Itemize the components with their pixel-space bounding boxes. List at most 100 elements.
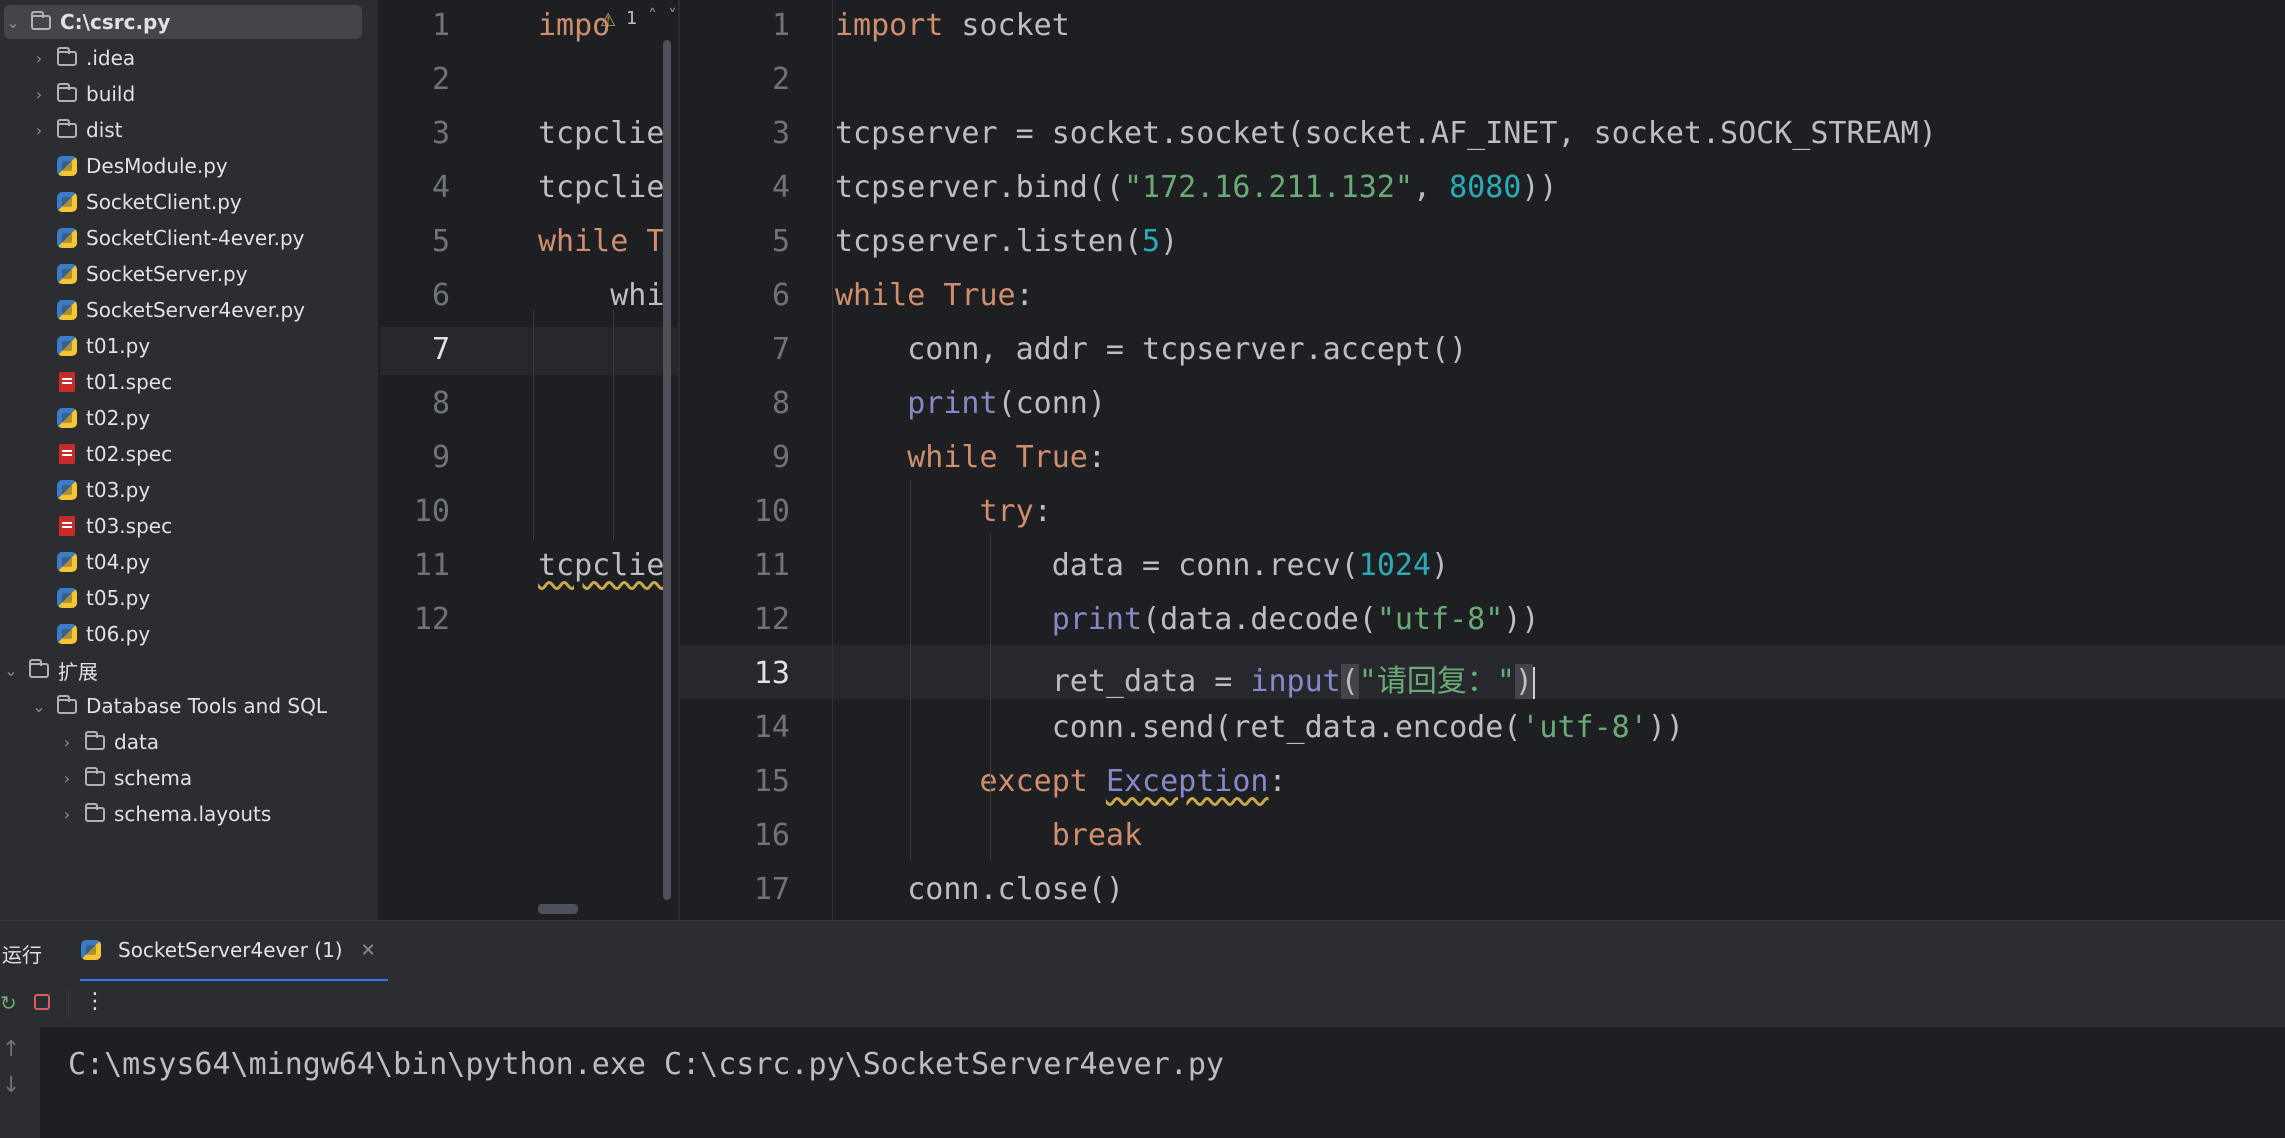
tree-item-label: SocketClient-4ever.py <box>86 226 305 250</box>
code-line-10: try: <box>979 494 1052 529</box>
close-icon[interactable]: ✕ <box>361 940 376 961</box>
chevron-right-icon[interactable]: › <box>58 733 76 752</box>
tree-item-socketclient-4ever[interactable]: › SocketClient-4ever.py <box>0 221 378 255</box>
folder-icon <box>84 802 106 825</box>
python-file-icon <box>56 551 78 573</box>
python-file-icon <box>56 335 78 357</box>
tree-item-t05-py[interactable]: › t05.py <box>0 581 378 615</box>
tree-item-t03-py[interactable]: › t03.py <box>0 473 378 507</box>
tree-item-idea[interactable]: › .idea <box>0 41 378 75</box>
tree-item-label: schema.layouts <box>114 802 272 826</box>
tree-item-t01-spec[interactable]: › t01.spec <box>0 365 378 399</box>
code-line-3: tcpserver = socket.socket(socket.AF_INET… <box>835 116 1937 151</box>
run-tab[interactable]: SocketServer4ever (1) ✕ <box>80 921 388 982</box>
tree-item-label: SocketServer4ever.py <box>86 298 305 322</box>
line-number: 9 <box>431 440 450 475</box>
inspection-count: 1 <box>626 8 638 29</box>
scroll-up-icon[interactable]: ↑ <box>2 1037 20 1062</box>
run-toolbar: ↻ ⋮ <box>0 981 2285 1028</box>
stop-icon[interactable] <box>34 994 50 1010</box>
line-number: 8 <box>771 386 790 421</box>
tree-item-label: t06.py <box>86 622 151 646</box>
tree-extensions[interactable]: ⌄ 扩展 <box>0 653 378 687</box>
tree-item-socketserver4ever[interactable]: › SocketServer4ever.py <box>0 293 378 327</box>
code-line-15: except Exception: <box>979 764 1287 799</box>
folder-icon <box>84 730 106 753</box>
python-file-icon <box>56 479 78 501</box>
folder-icon <box>56 694 78 717</box>
horizontal-scrollbar[interactable] <box>538 904 578 914</box>
tree-item-label: data <box>114 730 160 754</box>
folder-icon <box>56 118 78 141</box>
tree-item-t04-py[interactable]: › t04.py <box>0 545 378 579</box>
run-panel: 运行 SocketServer4ever (1) ✕ ↻ ⋮ ↑ ↓ C:\ms… <box>0 920 2285 1138</box>
indent-guide <box>533 310 534 540</box>
chevron-right-icon[interactable]: › <box>30 49 48 68</box>
python-file-icon <box>56 299 78 321</box>
tree-item-t02-py[interactable]: › t02.py <box>0 401 378 435</box>
tree-extensions-label: 扩展 <box>58 659 98 684</box>
code-line-1: import socket <box>835 8 1070 43</box>
editor-right[interactable]: 1 2 3 4 5 6 7 8 9 10 11 12 13 14 15 16 17 import socket … <box>680 0 2285 920</box>
code-line: whi <box>538 278 665 313</box>
tree-item-desmodule[interactable]: › DesModule.py <box>0 149 378 183</box>
tree-item-t01-py[interactable]: › t01.py <box>0 329 378 363</box>
chevron-down-icon[interactable]: ⌄ <box>30 697 48 716</box>
tree-item-schema[interactable]: › schema <box>0 761 378 795</box>
chevron-up-icon[interactable]: ˄ <box>648 6 657 27</box>
python-file-icon <box>56 227 78 249</box>
tree-item-label: t05.py <box>86 586 151 610</box>
console-output[interactable]: C:\msys64\mingw64\bin\python.exe C:\csrc… <box>40 1027 2285 1138</box>
chevron-right-icon[interactable]: › <box>58 805 76 824</box>
tree-item-socketclient[interactable]: › SocketClient.py <box>0 185 378 219</box>
chevron-down-icon[interactable]: ⌄ <box>4 13 22 32</box>
tree-item-schema-layouts[interactable]: › schema.layouts <box>0 797 378 831</box>
editor-left[interactable]: ⚠ 1 ˄ ˅ 1 2 3 4 5 6 7 8 9 10 11 12 impo tcpclie tcpcl… <box>380 0 680 920</box>
folder-icon <box>84 766 106 789</box>
folder-icon <box>30 10 52 33</box>
line-number: 3 <box>771 116 790 151</box>
tree-item-data[interactable]: › data <box>0 725 378 759</box>
tree-item-socketserver[interactable]: › SocketServer.py <box>0 257 378 291</box>
scroll-down-icon[interactable]: ↓ <box>2 1073 20 1098</box>
tree-item-dist[interactable]: › dist <box>0 113 378 147</box>
code-line-7: conn, addr = tcpserver.accept() <box>835 332 1468 367</box>
console-sidebar: ↑ ↓ <box>0 1027 40 1138</box>
rerun-icon[interactable]: ↻ <box>0 991 17 1015</box>
python-file-icon <box>56 623 78 645</box>
tree-item-build[interactable]: › build <box>0 77 378 111</box>
chevron-right-icon[interactable]: › <box>58 769 76 788</box>
tree-item-label: .idea <box>86 46 136 70</box>
spec-file-icon <box>56 443 78 465</box>
line-number: 6 <box>771 278 790 313</box>
tree-db-tools[interactable]: ⌄ Database Tools and SQL <box>0 689 378 723</box>
code-line: tcpclie <box>538 548 665 583</box>
code-line-13[interactable]: ret_data = input("请回复：") <box>835 656 1535 700</box>
line-number: 12 <box>413 602 450 637</box>
vertical-scrollbar[interactable] <box>663 40 671 900</box>
chevron-down-icon[interactable]: ⌄ <box>2 661 20 680</box>
code-line: tcpclie <box>538 170 665 205</box>
code-line-14: conn.send(ret_data.encode('utf-8')) <box>835 710 1684 745</box>
folder-icon <box>56 82 78 105</box>
line-number: 1 <box>431 8 450 43</box>
toolbar-divider <box>68 989 69 1019</box>
line-number: 9 <box>771 440 790 475</box>
python-file-icon <box>56 155 78 177</box>
tree-item-label: t04.py <box>86 550 151 574</box>
code-line-8: print(conn) <box>907 386 1106 421</box>
tree-root[interactable]: ⌄ C:\csrc.py <box>4 5 362 39</box>
chevron-right-icon[interactable]: › <box>30 85 48 104</box>
code-line: while T <box>538 224 665 259</box>
tree-item-t06-py[interactable]: › t06.py <box>0 617 378 651</box>
chevron-right-icon[interactable]: › <box>30 121 48 140</box>
indent-guide <box>990 534 991 860</box>
python-file-icon <box>80 939 102 961</box>
line-number: 10 <box>413 494 450 529</box>
more-icon[interactable]: ⋮ <box>84 989 106 1014</box>
folder-icon <box>28 658 50 681</box>
chevron-down-icon[interactable]: ˅ <box>668 6 677 27</box>
tree-item-t02-spec[interactable]: › t02.spec <box>0 437 378 471</box>
line-number: 2 <box>771 62 790 97</box>
tree-item-t03-spec[interactable]: › t03.spec <box>0 509 378 543</box>
